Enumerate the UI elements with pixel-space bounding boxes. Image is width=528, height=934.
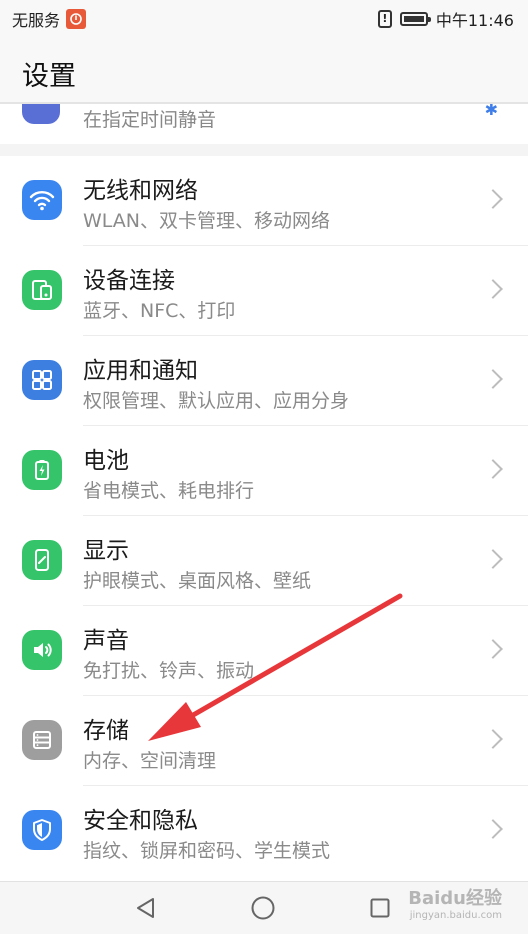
status-bar: 无服务 ! 中午11:46 (0, 0, 528, 36)
settings-item-title: 安全和隐私 (83, 808, 198, 834)
settings-item-subtitle: 权限管理、默认应用、应用分身 (83, 390, 350, 412)
battery-status-icon (399, 12, 431, 26)
recent-square-icon (370, 898, 390, 918)
chevron-right-icon (483, 459, 503, 479)
settings-item-wireless-network[interactable]: 无线和网络 WLAN、双卡管理、移动网络 (0, 156, 528, 246)
battery-icon (22, 450, 62, 490)
chevron-right-icon (483, 189, 503, 209)
settings-list: 无线和网络 WLAN、双卡管理、移动网络 设备连接 蓝牙、NFC、打印 应用和通… (0, 156, 528, 881)
settings-item-title: 声音 (83, 628, 129, 654)
watermark-url: jingyan.baidu.com (409, 910, 502, 921)
settings-item-subtitle: 在指定时间静音 (83, 109, 217, 131)
chevron-right-icon (483, 549, 503, 569)
settings-item-title: 应用和通知 (83, 358, 198, 384)
recent-apps-button[interactable] (367, 895, 393, 921)
settings-item-title: 设备连接 (83, 268, 175, 294)
settings-item-battery[interactable]: 电池 省电模式、耗电排行 (0, 426, 528, 516)
back-button[interactable] (133, 895, 159, 921)
settings-item-title: 存储 (83, 718, 129, 744)
display-icon (22, 540, 62, 580)
settings-item-subtitle: WLAN、双卡管理、移动网络 (83, 210, 331, 232)
settings-item-title: 电池 (83, 448, 129, 474)
settings-item-subtitle: 省电模式、耗电排行 (83, 480, 255, 502)
settings-item-apps-notifications[interactable]: 应用和通知 权限管理、默认应用、应用分身 (0, 336, 528, 426)
settings-item-sound[interactable]: 声音 免打扰、铃声、振动 (0, 606, 528, 696)
chevron-right-icon (483, 729, 503, 749)
status-time: 中午11:46 (435, 11, 514, 30)
settings-item-device-connection[interactable]: 设备连接 蓝牙、NFC、打印 (0, 246, 528, 336)
watermark-logo-text: Baidu经验 (408, 888, 502, 909)
chevron-right-icon (483, 819, 503, 839)
page-header: 设置 (0, 36, 528, 104)
home-circle-icon (251, 896, 275, 920)
star-icon: ✱ (484, 104, 498, 119)
back-triangle-icon (137, 898, 154, 918)
chevron-right-icon (483, 639, 503, 659)
sim-card-icon: ! (377, 10, 392, 28)
settings-item-do-not-disturb[interactable]: 在指定时间静音 ✱ (0, 104, 528, 144)
storage-icon (22, 720, 62, 760)
notification-alert-icon (66, 9, 87, 29)
apps-icon (22, 360, 62, 400)
page-title: 设置 (22, 61, 76, 92)
do-not-disturb-icon (22, 104, 60, 124)
chevron-right-icon (483, 369, 503, 389)
settings-item-title: 无线和网络 (83, 178, 198, 204)
settings-item-subtitle: 内存、空间清理 (83, 750, 217, 772)
carrier-text: 无服务 (12, 11, 61, 30)
chevron-right-icon (483, 279, 503, 299)
watermark: Baidu经验 jingyan.baidu.com (408, 889, 502, 923)
sound-icon (22, 630, 62, 670)
wifi-icon (22, 180, 62, 220)
security-shield-icon (22, 810, 62, 850)
settings-item-title: 显示 (83, 538, 129, 564)
settings-item-security-privacy[interactable]: 安全和隐私 指纹、锁屏和密码、学生模式 (0, 786, 528, 876)
device-connection-icon (22, 270, 62, 310)
home-button[interactable] (250, 895, 276, 921)
settings-item-subtitle: 指纹、锁屏和密码、学生模式 (83, 840, 331, 862)
settings-item-display[interactable]: 显示 护眼模式、桌面风格、壁纸 (0, 516, 528, 606)
settings-item-storage[interactable]: 存储 内存、空间清理 (0, 696, 528, 786)
settings-item-subtitle: 护眼模式、桌面风格、壁纸 (83, 570, 312, 592)
settings-item-subtitle: 免打扰、铃声、振动 (83, 660, 255, 682)
settings-item-subtitle: 蓝牙、NFC、打印 (83, 300, 236, 322)
